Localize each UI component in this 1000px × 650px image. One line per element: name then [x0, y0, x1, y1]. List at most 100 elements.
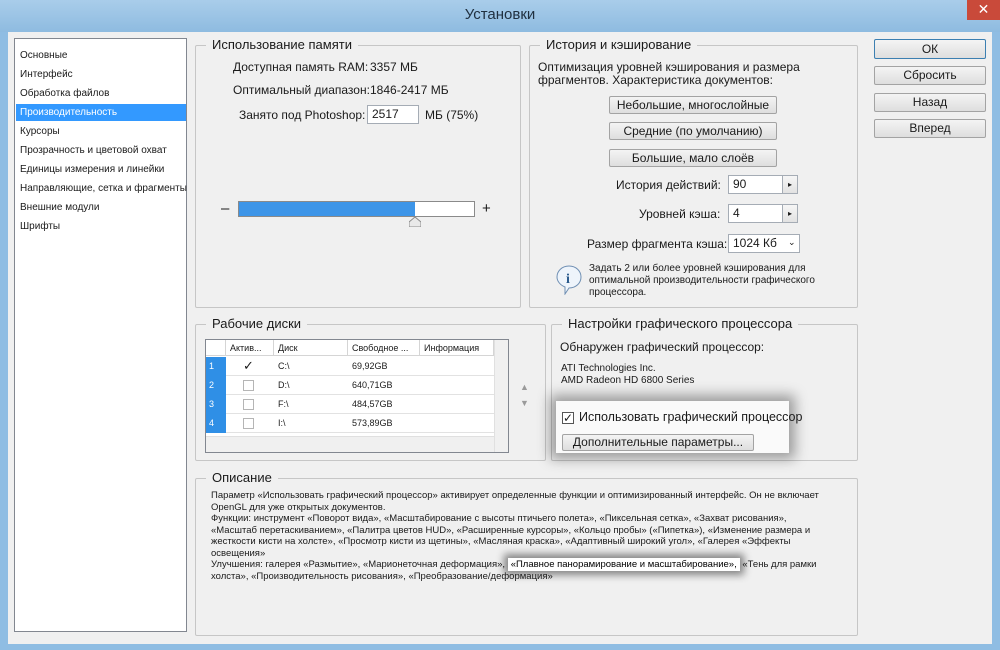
preset-large-button[interactable]: Большие, мало слоёв [609, 149, 777, 167]
nav-item-guides[interactable]: Направляющие, сетка и фрагменты [16, 180, 187, 197]
nav-item-units[interactable]: Единицы измерения и линейки [16, 161, 186, 178]
highlighted-feature: «Плавное панорамирование и масштабирован… [507, 558, 740, 571]
info-text-line3: процессора. [589, 287, 647, 298]
free-space: 69,92GB [352, 361, 388, 371]
nav-item-interface[interactable]: Интерфейс [16, 66, 186, 83]
gpu-model: AMD Radeon HD 6800 Series [561, 375, 695, 386]
memory-usage-input[interactable]: 2517 [367, 105, 419, 124]
info-icon: i [556, 265, 582, 295]
usage-label: Занято под Photoshop: [239, 108, 366, 122]
gpu-settings-title: Настройки графического процессора [562, 316, 799, 332]
row-number: 2 [206, 376, 226, 395]
table-row[interactable]: 3 F:\ 484,57GB [206, 395, 494, 414]
ram-label: Доступная память RAM: [233, 60, 369, 74]
decrease-memory-icon[interactable]: – [221, 200, 229, 217]
table-row[interactable]: 2 D:\ 640,71GB [206, 376, 494, 395]
forward-button[interactable]: Вперед [874, 119, 986, 138]
use-gpu-label: Использовать графический процессор [579, 410, 803, 424]
nav-item-transparency[interactable]: Прозрачность и цветовой охват [16, 142, 186, 159]
active-checkbox[interactable] [243, 380, 254, 391]
cache-levels-input[interactable]: 4 [728, 204, 783, 223]
title-bar[interactable]: Установки ✕ [0, 0, 1000, 32]
move-up-icon[interactable]: ▲ [520, 382, 529, 392]
history-cache-title: История и кэширование [540, 37, 698, 53]
nav-item-cursors[interactable]: Курсоры [16, 123, 186, 140]
table-row[interactable]: 1 ✓ C:\ 69,92GB [206, 357, 494, 376]
active-checkbox[interactable] [243, 418, 254, 429]
disk-name: D:\ [278, 380, 290, 390]
active-checkbox[interactable] [243, 399, 254, 410]
dialog-body: Основные Интерфейс Обработка файлов Прои… [8, 32, 992, 644]
gpu-detected-label: Обнаружен графический процессор: [560, 340, 765, 354]
gpu-options-panel: ✓ Использовать графический процессор Доп… [556, 401, 802, 453]
description-text-segment: Улучшения: галерея «Размытие», «Марионет… [211, 559, 506, 570]
move-down-icon[interactable]: ▼ [520, 398, 529, 408]
scratch-disks-table: Актив... Диск Свободное ... Информация 1… [205, 339, 509, 453]
vertical-scrollbar[interactable] [494, 340, 508, 452]
header-active[interactable]: Актив... [226, 340, 274, 356]
use-gpu-checkbox[interactable]: ✓ [562, 412, 574, 424]
history-states-label: История действий: [616, 178, 721, 192]
memory-slider[interactable] [238, 201, 475, 217]
window-title: Установки [464, 6, 536, 23]
slider-thumb-icon[interactable] [409, 217, 421, 227]
header-free-space[interactable]: Свободное ... [348, 340, 420, 356]
row-number: 1 [206, 357, 226, 376]
free-space: 573,89GB [352, 418, 393, 428]
free-space: 640,71GB [352, 380, 393, 390]
header-row-number [206, 340, 226, 356]
disk-name: F:\ [278, 399, 289, 409]
disk-name: C:\ [278, 361, 290, 371]
checkmark-icon[interactable]: ✓ [243, 358, 254, 374]
cache-tile-size-label: Размер фрагмента кэша: [587, 237, 728, 251]
description-line: жесткости кисти на холсте», «Просмотр ки… [211, 536, 791, 547]
history-desc-line1: Оптимизация уровней кэширования и размер… [538, 60, 800, 74]
usage-suffix: МБ (75%) [425, 108, 479, 122]
nav-item-performance[interactable]: Производительность [16, 104, 186, 121]
history-states-input[interactable]: 90 [728, 175, 783, 194]
header-disk[interactable]: Диск [274, 340, 348, 356]
description-text-segment: «Тень для рамки [742, 559, 817, 570]
nav-item-type[interactable]: Шрифты [16, 218, 186, 235]
gpu-vendor: ATI Technologies Inc. [561, 363, 656, 374]
back-button[interactable]: Назад [874, 93, 986, 112]
description-line: холста», «Производительность рисования»,… [211, 570, 553, 582]
cache-levels-label: Уровней кэша: [639, 207, 721, 221]
info-text-line1: Задать 2 или более уровней кэширования д… [589, 263, 806, 274]
advanced-settings-button[interactable]: Дополнительные параметры... [562, 434, 754, 451]
description-line: Функции: инструмент «Поворот вида», «Мас… [211, 513, 787, 524]
header-info[interactable]: Информация [420, 340, 494, 356]
horizontal-scrollbar[interactable] [206, 436, 494, 452]
description-title: Описание [206, 470, 278, 486]
cache-levels-arrow-icon[interactable]: ▸ [782, 204, 798, 223]
preferences-nav: Основные Интерфейс Обработка файлов Прои… [14, 38, 187, 632]
close-icon[interactable]: ✕ [967, 0, 1000, 20]
preset-small-multilayer-button[interactable]: Небольшие, многослойные [609, 96, 777, 114]
preset-default-button[interactable]: Средние (по умолчанию) [609, 122, 777, 140]
svg-text:i: i [566, 272, 570, 287]
range-value: 1846-2417 МБ [370, 83, 449, 97]
scratch-disks-title: Рабочие диски [206, 316, 308, 332]
nav-item-file-handling[interactable]: Обработка файлов [16, 85, 186, 102]
disk-name: I:\ [278, 418, 286, 428]
info-text-line2: оптимальной производительности графическ… [589, 275, 815, 286]
description-line: «Масштаб перетаскиванием», «Палитра цвет… [211, 524, 811, 536]
memory-slider-fill [239, 202, 415, 216]
increase-memory-icon[interactable]: + [482, 200, 491, 217]
row-number: 4 [206, 414, 226, 433]
ok-button[interactable]: ОК [874, 39, 986, 59]
row-number: 3 [206, 395, 226, 414]
chevron-down-icon[interactable]: ⌄ [788, 237, 796, 248]
description-line: Параметр «Использовать графический проце… [211, 490, 819, 501]
description-line: Улучшения: галерея «Размытие», «Марионет… [211, 558, 851, 571]
history-states-arrow-icon[interactable]: ▸ [782, 175, 798, 194]
description-text: Параметр «Использовать графический проце… [211, 490, 851, 582]
table-row[interactable]: 4 I:\ 573,89GB [206, 414, 494, 433]
reset-button[interactable]: Сбросить [874, 66, 986, 85]
preferences-window: Установки ✕ Основные Интерфейс Обработка… [0, 0, 1000, 650]
free-space: 484,57GB [352, 399, 393, 409]
nav-item-general[interactable]: Основные [16, 47, 186, 64]
ram-value: 3357 МБ [370, 60, 418, 74]
range-label: Оптимальный диапазон: [233, 83, 370, 97]
nav-item-plugins[interactable]: Внешние модули [16, 199, 186, 216]
